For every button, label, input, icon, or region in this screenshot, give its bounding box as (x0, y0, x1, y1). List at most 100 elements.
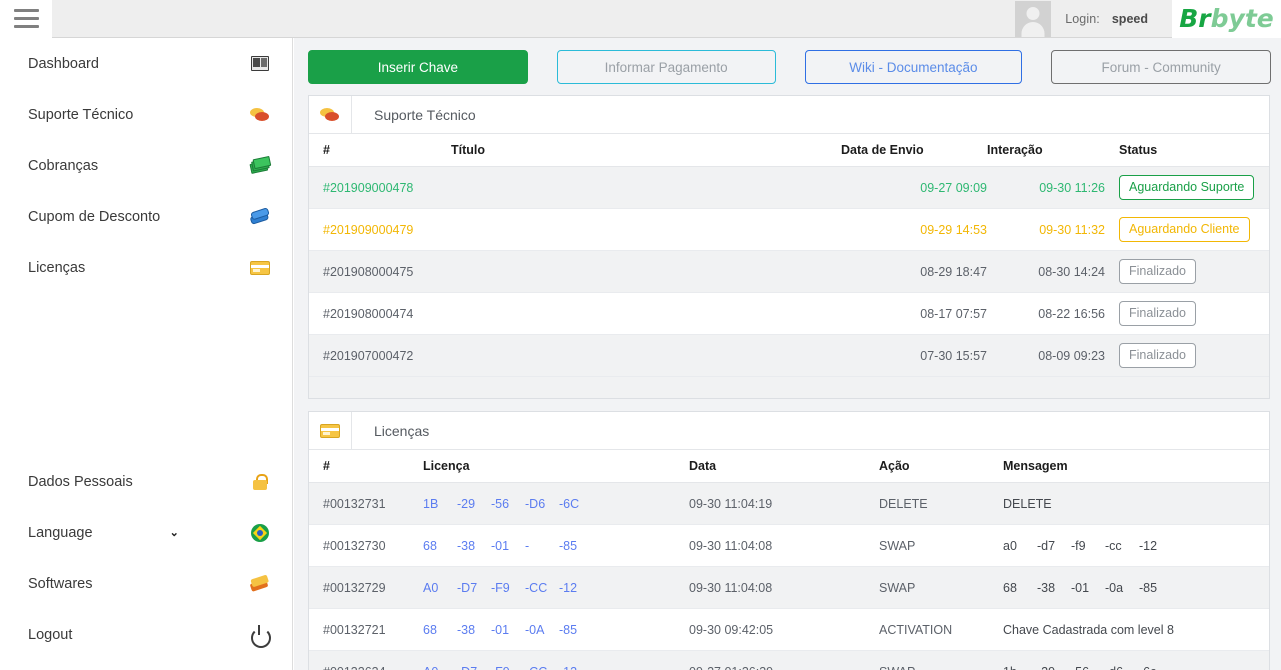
hamburger-bar (13, 9, 39, 12)
speech-bubble-icon (309, 96, 352, 133)
table-row[interactable]: #00132729 A0 -D7 -F9 -CC -12 09-30 11:04:08 SWA… (309, 566, 1269, 609)
sidebar-item-label: Suporte Técnico (28, 106, 134, 123)
license-panel-header: Licenças (309, 412, 1269, 450)
sidebar-item-dashboard[interactable]: Dashboard (0, 38, 292, 89)
forum-community-button[interactable]: Forum - Community (1051, 50, 1271, 84)
license-table: # Licença Data Ação Mensagem #00132731 1B… (309, 450, 1269, 670)
license-message: Chave Cadastrada com level 8 (1003, 622, 1174, 637)
table-row[interactable]: #201909000479 09-29 14:53 09-30 11:32 Aguar… (309, 208, 1269, 251)
ticket-interaction-date: 09-30 11:32 (1039, 222, 1105, 237)
license-key[interactable]: 1B -29 -56 -D6 -6C (423, 497, 593, 511)
ticket-id-link[interactable]: #201909000478 (323, 181, 413, 195)
license-id: #00132730 (323, 538, 386, 553)
brand-logo[interactable]: Brbyte (1172, 0, 1281, 38)
ticket-interaction-date: 09-30 11:26 (1039, 180, 1105, 195)
ticket-sent-date: 08-29 18:47 (920, 264, 987, 279)
ticket-sent-date: 08-17 07:57 (920, 306, 987, 321)
column-header-data-envio: Data de Envio (841, 134, 987, 167)
sidebar: Dashboard Suporte Técnico Cobranças Cupo… (0, 38, 293, 670)
license-action: SWAP (879, 665, 915, 670)
license-message: 68 -38 -01 -0a -85 (1003, 580, 1158, 595)
sidebar-item-label: Licenças (28, 259, 86, 276)
license-message: 1b-29-56-d6-6c (1003, 665, 1173, 670)
sidebar-item-cobrancas[interactable]: Cobranças (0, 140, 292, 191)
login-label: Login: (1065, 11, 1100, 26)
credit-card-icon (309, 412, 352, 449)
brazil-flag-icon (250, 523, 270, 543)
inserir-chave-button[interactable]: Inserir Chave (308, 50, 528, 84)
column-header-data: Data (689, 450, 879, 483)
ticket-sent-date: 07-30 15:57 (920, 348, 987, 363)
table-row[interactable]: #00132731 1B -29 -56 -D6 -6C 09-30 11:04:19 DEL… (309, 482, 1269, 525)
column-header-id: # (309, 134, 451, 167)
sidebar-item-softwares[interactable]: Softwares (0, 558, 292, 609)
column-header-interacao: Interação (987, 134, 1105, 167)
sidebar-item-label: Dados Pessoais (28, 473, 133, 490)
sidebar-item-label: Softwares (28, 575, 93, 592)
action-toolbar: Inserir Chave Informar Pagamento Wiki - … (294, 38, 1281, 95)
lock-icon (250, 472, 270, 492)
informar-pagamento-button[interactable]: Informar Pagamento (556, 50, 776, 84)
license-action: SWAP (879, 580, 916, 595)
ticket-interaction-date: 08-30 14:24 (1038, 264, 1105, 279)
power-icon (250, 624, 271, 648)
license-key[interactable]: A0-D7-F9-CC-12 (423, 581, 593, 595)
sidebar-item-label: Cobranças (28, 157, 99, 174)
ticket-id-link[interactable]: #201909000479 (323, 223, 413, 237)
license-panel: Licenças # Licença Data Ação Mensagem #0… (308, 411, 1270, 670)
ticket-sent-date: 09-29 14:53 (920, 222, 987, 237)
license-date: 09-30 09:42:05 (689, 622, 774, 637)
table-row[interactable]: #00132634 A0-D7-F9-CC-12 09-27 01:36:39 SWA… (309, 650, 1269, 670)
status-badge[interactable]: Finalizado (1119, 342, 1196, 369)
sidebar-item-logout[interactable]: Logout (0, 609, 292, 660)
login-username: speed (1111, 11, 1148, 26)
chevron-down-icon: ⌄ (169, 527, 179, 539)
column-header-mensagem: Mensagem (1003, 450, 1269, 483)
table-row[interactable]: #201907000472 07-30 15:57 08-09 09:23 Final… (309, 334, 1269, 377)
status-badge[interactable]: Finalizado (1119, 300, 1196, 327)
status-badge[interactable]: Aguardando Cliente (1119, 216, 1250, 243)
logo-text-primary: Br (1179, 4, 1211, 33)
support-panel-header: Suporte Técnico (309, 96, 1269, 134)
support-panel-title: Suporte Técnico (374, 106, 476, 123)
wiki-documentacao-button[interactable]: Wiki - Documentação (804, 50, 1023, 84)
license-key[interactable]: A0-D7-F9-CC-12 (423, 665, 593, 670)
ticket-id-link[interactable]: #201908000475 (323, 265, 413, 279)
table-row[interactable]: #201909000478 09-27 09:09 09-30 11:26 Aguar… (309, 166, 1269, 209)
table-row[interactable]: #201908000475 08-29 18:47 08-30 14:24 Final… (309, 250, 1269, 293)
table-row[interactable]: #00132730 68 -38 -01- -85 09-30 11:04:08 SWAP a… (309, 524, 1269, 567)
license-id: #00132731 (323, 496, 386, 511)
status-badge[interactable]: Aguardando Suporte (1119, 174, 1255, 201)
app-header: Login: speed Brbyte (0, 0, 1281, 38)
sidebar-item-language[interactable]: Language ⌄ (0, 507, 292, 558)
sidebar-item-label: Logout (28, 626, 73, 643)
license-id: #00132729 (323, 580, 386, 595)
main-content: Inserir Chave Informar Pagamento Wiki - … (294, 38, 1281, 670)
support-panel-footer (309, 377, 1269, 398)
column-header-titulo: Título (451, 134, 841, 167)
ticket-id-link[interactable]: #201908000474 (323, 307, 413, 321)
license-action: SWAP (879, 538, 916, 553)
table-row[interactable]: #201908000474 08-17 07:57 08-22 16:56 Final… (309, 292, 1269, 335)
license-key[interactable]: 68 -38 -01- -85 (423, 539, 593, 553)
license-message: a0 -d7 -f9 -cc -12 (1003, 538, 1158, 553)
ticket-sent-date: 09-27 09:09 (920, 180, 987, 195)
hamburger-icon[interactable] (0, 0, 52, 38)
sidebar-item-suporte-tecnico[interactable]: Suporte Técnico (0, 89, 292, 140)
status-badge[interactable]: Finalizado (1119, 258, 1196, 285)
license-date: 09-27 01:36:39 (689, 665, 773, 670)
sidebar-item-dados-pessoais[interactable]: Dados Pessoais (0, 456, 292, 507)
license-action: ACTIVATION (879, 622, 953, 637)
avatar[interactable] (1015, 0, 1052, 37)
sidebar-item-licencas[interactable]: Licenças (0, 242, 292, 293)
ticket-id-link[interactable]: #201907000472 (323, 349, 413, 363)
support-table: # Título Data de Envio Interação Status … (309, 134, 1269, 377)
hamburger-bar (13, 17, 39, 20)
license-id: #00132634 (323, 665, 386, 670)
license-key[interactable]: 68 -38 -01 -0A -85 (423, 623, 593, 637)
license-panel-title: Licenças (374, 422, 430, 439)
sidebar-item-cupom-de-desconto[interactable]: Cupom de Desconto (0, 191, 292, 242)
column-header-acao: Ação (879, 450, 1003, 483)
table-row[interactable]: #00132721 68 -38 -01 -0A -85 09-30 09:42:05 ACT… (309, 608, 1269, 651)
